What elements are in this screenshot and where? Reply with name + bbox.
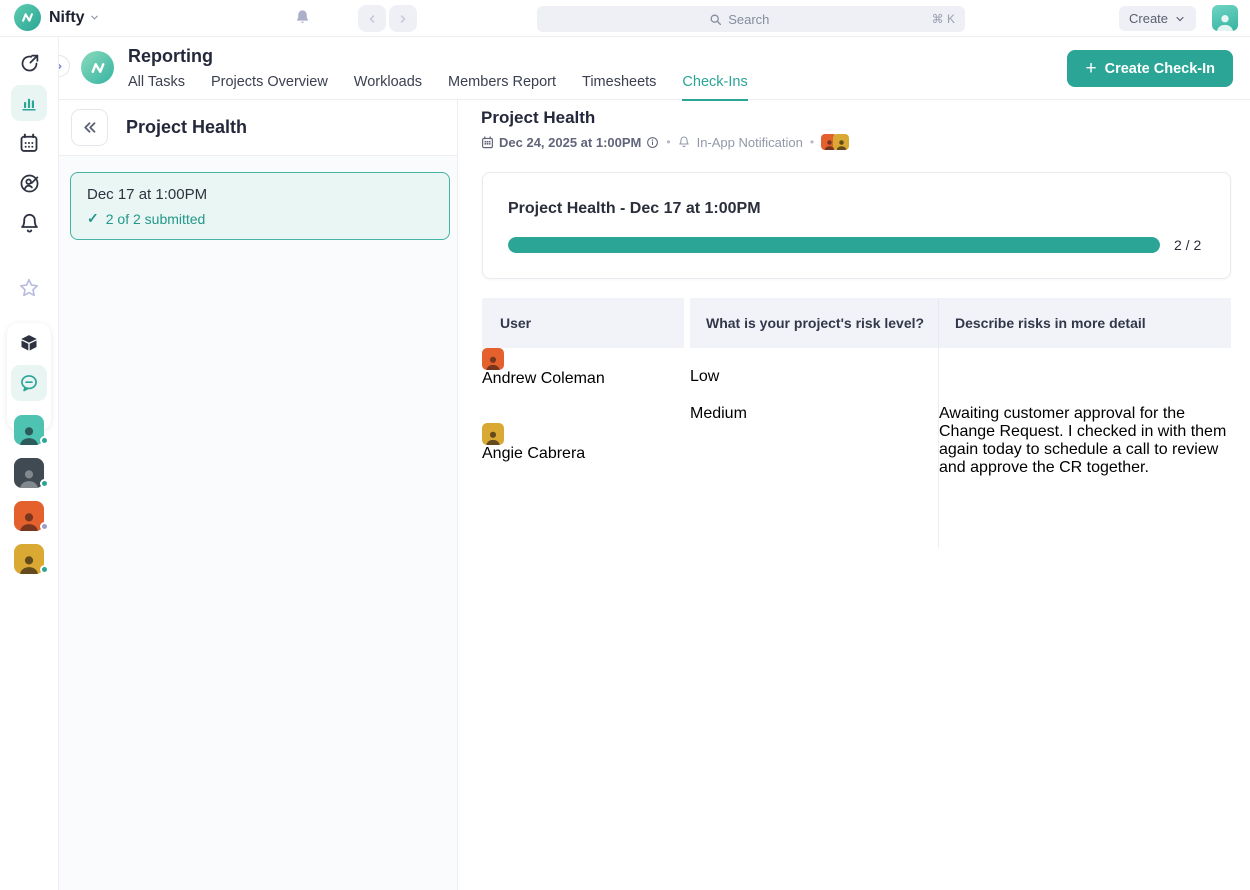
workspace-switcher[interactable]: Nifty	[14, 4, 100, 31]
detail-cell: Awaiting customer approval for the Chang…	[939, 405, 1231, 548]
user-name: Andrew Coleman	[482, 370, 605, 387]
check-in-list-panel: Project Health Dec 17 at 1:00PM ✓ 2 of 2…	[59, 100, 458, 890]
collapse-back-button[interactable]	[71, 109, 108, 146]
progress-track	[508, 237, 1160, 253]
page-header: Reporting All Tasks Projects Overview Wo…	[59, 37, 1250, 100]
risk-cell: Medium	[690, 405, 939, 548]
check-in-panel-header: Project Health	[59, 100, 457, 156]
create-check-in-button[interactable]: + Create Check-In	[1067, 50, 1233, 87]
current-user-avatar[interactable]	[1212, 5, 1238, 31]
workspace-name: Nifty	[49, 9, 100, 27]
avatar-angie	[482, 423, 504, 445]
user-name: Angie Cabrera	[482, 445, 585, 462]
detail-meta-row: Dec 24, 2025 at 1:00PM • In-App Notifica…	[481, 134, 849, 150]
column-header-user: User	[482, 298, 684, 348]
occurrence-date: Dec 17 at 1:00PM	[87, 186, 433, 203]
info-icon[interactable]	[646, 136, 659, 149]
app-window: Nifty Search ⌘ K Create	[0, 0, 1250, 890]
chevron-down-icon	[89, 12, 100, 23]
check-icon: ✓	[87, 210, 99, 227]
risk-cell: Low	[690, 348, 939, 405]
my-work-icon[interactable]	[11, 165, 47, 201]
status-dot-online	[40, 479, 49, 488]
search-icon	[709, 13, 722, 26]
column-header-detail: Describe risks in more detail	[939, 298, 1231, 348]
column-header-risk: What is your project's risk level?	[690, 298, 939, 348]
occurrence-status: ✓ 2 of 2 submitted	[87, 210, 433, 227]
tab-workloads[interactable]: Workloads	[354, 74, 422, 101]
user-cell: Andrew Coleman	[482, 348, 684, 405]
status-dot-away	[40, 522, 49, 531]
user-cell: Angie Cabrera	[482, 405, 684, 548]
submission-progress: 2 / 2	[508, 237, 1208, 253]
progress-count: 2 / 2	[1174, 237, 1201, 253]
create-menu-button[interactable]: Create	[1119, 6, 1196, 31]
search-shortcut-hint: ⌘ K	[932, 12, 955, 26]
history-back-button[interactable]	[358, 5, 386, 32]
favorites-icon[interactable]	[11, 270, 47, 306]
participant-avatar-angie	[833, 134, 849, 150]
table-row[interactable]: Andrew Coleman Low	[482, 348, 1231, 405]
tab-projects-overview[interactable]: Projects Overview	[211, 74, 328, 101]
search-placeholder: Search	[728, 12, 769, 27]
plus-icon: +	[1085, 59, 1096, 78]
detail-title: Project Health	[481, 108, 595, 128]
reporting-module-icon	[81, 51, 114, 84]
double-chevron-left-icon	[81, 119, 98, 136]
status-dot-online	[40, 565, 49, 574]
next-occurrence: Dec 24, 2025 at 1:00PM	[481, 135, 659, 150]
history-forward-button[interactable]	[389, 5, 417, 32]
notifications-bell-icon[interactable]	[294, 9, 311, 26]
table-header-row: User What is your project's risk level? …	[482, 298, 1231, 348]
chevron-down-icon	[1174, 13, 1186, 25]
chat-icon[interactable]	[11, 365, 47, 401]
tab-timesheets[interactable]: Timesheets	[582, 74, 656, 101]
submission-summary-card: Project Health - Dec 17 at 1:00PM 2 / 2	[482, 172, 1231, 279]
participant-avatars[interactable]	[821, 134, 849, 150]
projects-icon[interactable]	[11, 325, 47, 361]
check-in-occurrence-card[interactable]: Dec 17 at 1:00PM ✓ 2 of 2 submitted	[70, 172, 450, 240]
search-input[interactable]: Search ⌘ K	[537, 6, 965, 32]
notification-type: In-App Notification	[697, 135, 803, 150]
calendar-icon[interactable]	[11, 125, 47, 161]
discover-icon[interactable]	[11, 45, 47, 81]
progress-fill	[508, 237, 1160, 253]
tab-all-tasks[interactable]: All Tasks	[128, 74, 185, 101]
top-bar: Nifty Search ⌘ K Create	[0, 0, 1250, 37]
detail-cell	[939, 348, 1231, 405]
calendar-icon	[481, 136, 494, 149]
avatar-andrew	[482, 348, 504, 370]
separator-dot: •	[666, 135, 670, 149]
reporting-icon[interactable]	[11, 85, 47, 121]
notifications-icon[interactable]	[11, 205, 47, 241]
page-title: Reporting	[128, 46, 213, 67]
tab-check-ins[interactable]: Check-Ins	[682, 74, 747, 101]
tab-members-report[interactable]: Members Report	[448, 74, 556, 101]
reporting-tabs: All Tasks Projects Overview Workloads Me…	[128, 74, 748, 101]
summary-title: Project Health - Dec 17 at 1:00PM	[508, 200, 761, 218]
responses-table: User What is your project's risk level? …	[482, 298, 1231, 548]
table-row[interactable]: Angie Cabrera Medium Awaiting customer a…	[482, 405, 1231, 548]
check-in-detail: Project Health Dec 24, 2025 at 1:00PM • …	[459, 100, 1250, 890]
status-dot-online	[40, 436, 49, 445]
app-rail	[0, 37, 59, 890]
nifty-logo-icon	[14, 4, 41, 31]
separator-dot: •	[810, 135, 814, 149]
notification-bell-icon	[678, 136, 690, 148]
check-in-name-title: Project Health	[126, 117, 247, 138]
